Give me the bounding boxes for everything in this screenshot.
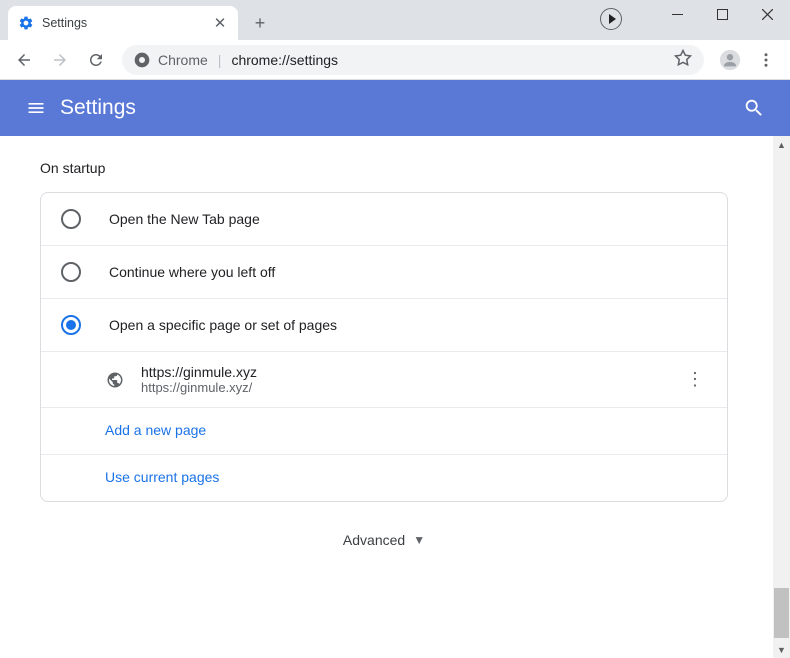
content-area: On startup Open the New Tab page Continu…: [0, 136, 790, 658]
globe-icon: [105, 370, 125, 390]
tab-title: Settings: [42, 16, 87, 30]
url-prefix: Chrome: [158, 52, 208, 68]
new-tab-button[interactable]: +: [246, 9, 274, 37]
browser-tab[interactable]: Settings ✕: [8, 6, 238, 40]
use-current-pages-button[interactable]: Use current pages: [105, 469, 219, 485]
reload-button[interactable]: [80, 44, 112, 76]
gear-icon: [18, 15, 34, 31]
radio-continue[interactable]: Continue where you left off: [41, 245, 727, 298]
hamburger-menu-button[interactable]: [16, 88, 56, 128]
menu-button[interactable]: [750, 44, 782, 76]
settings-header: Settings: [0, 80, 790, 136]
chevron-down-icon: ▼: [413, 533, 425, 547]
forward-button[interactable]: [44, 44, 76, 76]
radio-specific-pages[interactable]: Open a specific page or set of pages: [41, 298, 727, 351]
address-bar[interactable]: Chrome | chrome://settings: [122, 45, 704, 75]
search-button[interactable]: [734, 88, 774, 128]
page-entry-menu-button[interactable]: ⋮: [683, 368, 707, 392]
url-separator: |: [216, 52, 224, 68]
startup-page-entry: https://ginmule.xyz https://ginmule.xyz/…: [41, 351, 727, 407]
section-heading: On startup: [0, 156, 768, 192]
advanced-label: Advanced: [343, 532, 405, 548]
add-page-button[interactable]: Add a new page: [105, 422, 206, 438]
browser-toolbar: Chrome | chrome://settings: [0, 40, 790, 80]
page-entry-url: https://ginmule.xyz/: [141, 380, 667, 395]
radio-label: Open the New Tab page: [109, 211, 260, 227]
scroll-down-icon[interactable]: ▼: [773, 641, 790, 658]
radio-icon: [61, 209, 81, 229]
window-close-button[interactable]: [745, 0, 790, 28]
startup-card: Open the New Tab page Continue where you…: [40, 192, 728, 502]
radio-icon: [61, 262, 81, 282]
scroll-thumb[interactable]: [774, 588, 789, 638]
close-icon[interactable]: ✕: [212, 15, 228, 31]
advanced-toggle[interactable]: Advanced ▼: [0, 502, 768, 568]
media-control-button[interactable]: [600, 8, 622, 30]
bookmark-star-icon[interactable]: [674, 49, 692, 70]
chrome-icon: [134, 52, 150, 68]
back-button[interactable]: [8, 44, 40, 76]
url-path: chrome://settings: [231, 52, 338, 68]
page-entry-title: https://ginmule.xyz: [141, 364, 667, 380]
scroll-up-icon[interactable]: ▲: [773, 136, 790, 153]
tab-bar: Settings ✕ +: [0, 0, 790, 40]
minimize-button[interactable]: [655, 0, 700, 28]
radio-label: Open a specific page or set of pages: [109, 317, 337, 333]
radio-label: Continue where you left off: [109, 264, 275, 280]
radio-icon-selected: [61, 315, 81, 335]
radio-new-tab[interactable]: Open the New Tab page: [41, 193, 727, 245]
scrollbar[interactable]: ▲ ▼: [773, 136, 790, 658]
profile-button[interactable]: [714, 44, 746, 76]
page-title: Settings: [60, 96, 136, 120]
maximize-button[interactable]: [700, 0, 745, 28]
